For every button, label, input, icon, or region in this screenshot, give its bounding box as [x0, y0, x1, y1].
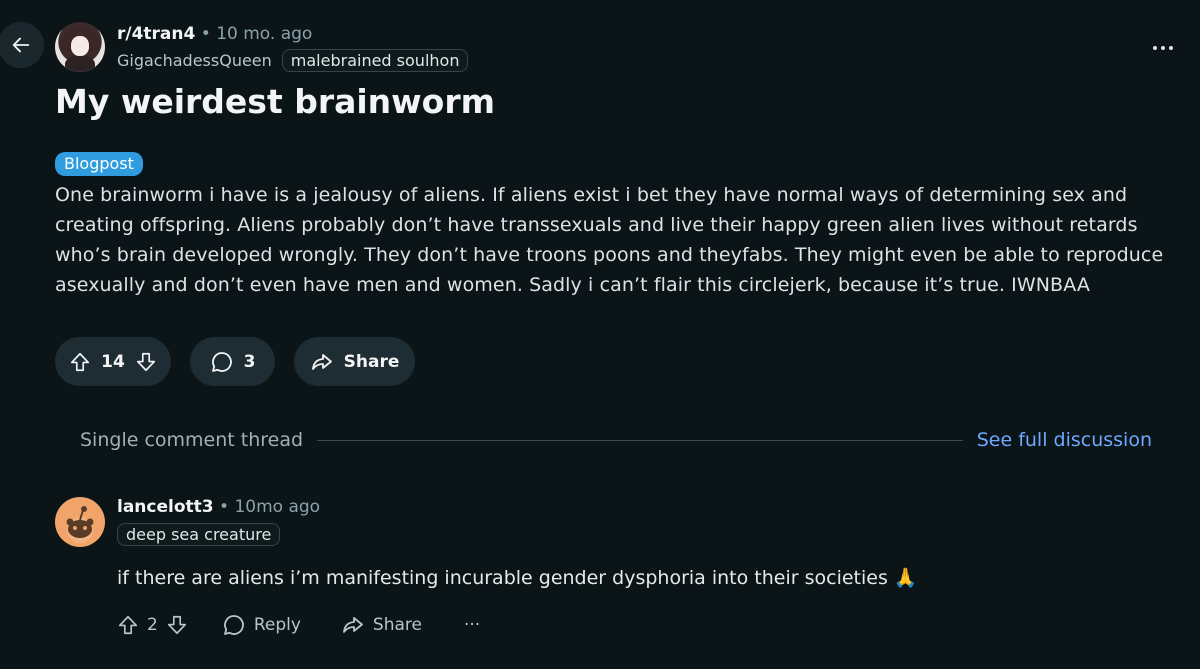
post-body: One brainworm i have is a jealousy of al… [55, 184, 1164, 296]
thread-label: Single comment thread [80, 429, 304, 451]
post-age: 10 mo. ago [216, 24, 313, 44]
ellipsis-icon: ··· [463, 615, 481, 635]
speech-bubble-icon [222, 613, 246, 637]
comment-body: if there are aliens i’m manifesting incu… [117, 567, 918, 589]
author-avatar[interactable] [55, 22, 105, 72]
reply-label: Reply [253, 615, 301, 635]
speech-bubble-icon [210, 350, 234, 374]
see-full-discussion-link[interactable]: See full discussion [977, 429, 1152, 451]
comment-more-button[interactable]: ··· [464, 615, 480, 635]
author-link[interactable]: GigachadessQueen [117, 51, 272, 70]
subreddit-link[interactable]: r/4tran4 [117, 24, 195, 44]
comment-share-button[interactable]: Share [341, 613, 422, 637]
back-button[interactable] [0, 22, 44, 68]
arrow-down-icon[interactable] [166, 614, 188, 636]
arrow-up-icon[interactable] [69, 351, 91, 373]
divider [317, 439, 963, 441]
comment-vote-control: 2 [117, 614, 188, 636]
share-arrow-icon [341, 613, 365, 637]
meta-separator: • [200, 24, 211, 44]
thread-header: Single comment thread See full discussio… [80, 428, 1152, 452]
post-title: My weirdest brainworm [55, 82, 495, 121]
comments-button[interactable]: 3 [190, 337, 275, 386]
comment-meta-line: lancelott3 • 10mo ago [117, 497, 320, 517]
comment-score: 2 [147, 615, 158, 635]
comment-age: 10mo ago [234, 497, 321, 517]
share-label: Share [343, 351, 400, 372]
comment-count: 3 [243, 351, 256, 372]
arrow-down-icon[interactable] [135, 351, 157, 373]
ellipsis-icon [1153, 46, 1157, 50]
more-options-button[interactable] [1150, 38, 1176, 58]
arrow-left-icon [12, 37, 30, 53]
post-flair-tag[interactable]: Blogpost [55, 152, 143, 176]
comment-actions: 2 Reply Share ··· [117, 611, 480, 639]
meta-separator: • [219, 497, 230, 517]
post-author-line: GigachadessQueen malebrained soulhon [117, 49, 469, 72]
arrow-up-icon[interactable] [117, 614, 139, 636]
author-flair: malebrained soulhon [281, 49, 469, 72]
post-meta-line: r/4tran4 • 10 mo. ago [117, 24, 312, 44]
vote-control: 14 [55, 337, 171, 386]
reply-button[interactable]: Reply [222, 613, 301, 637]
comment-share-label: Share [372, 615, 422, 635]
commenter-flair-wrap: deep sea creature [117, 523, 281, 546]
share-arrow-icon [310, 350, 334, 374]
commenter-flair: deep sea creature [117, 523, 281, 546]
post-score: 14 [101, 351, 125, 372]
commenter-link[interactable]: lancelott3 [117, 497, 214, 517]
share-button[interactable]: Share [294, 337, 415, 386]
commenter-avatar[interactable] [55, 497, 105, 547]
